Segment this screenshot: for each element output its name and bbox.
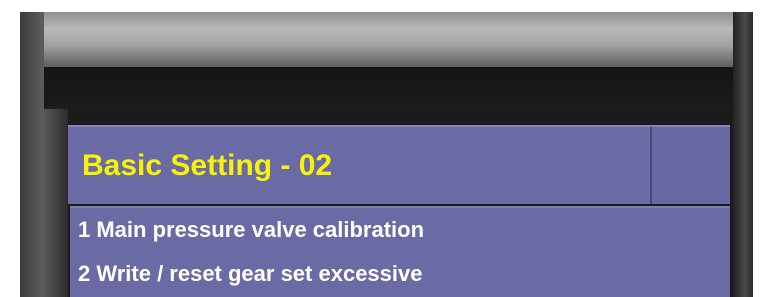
title-side-cell — [652, 127, 730, 204]
page-title: Basic Setting - 02 — [82, 148, 333, 182]
settings-menu: 1 Main pressure valve calibration 2 Writ… — [70, 206, 730, 297]
menu-item-main-pressure-valve[interactable]: 1 Main pressure valve calibration — [70, 208, 730, 252]
menu-item-write-reset-gear-set[interactable]: 2 Write / reset gear set excessive — [70, 252, 730, 296]
title-cell: Basic Setting - 02 — [68, 127, 652, 204]
right-bezel — [733, 12, 753, 297]
top-header-bar — [44, 12, 744, 67]
title-bar: Basic Setting - 02 — [68, 125, 730, 204]
header-shadow — [44, 67, 744, 109]
